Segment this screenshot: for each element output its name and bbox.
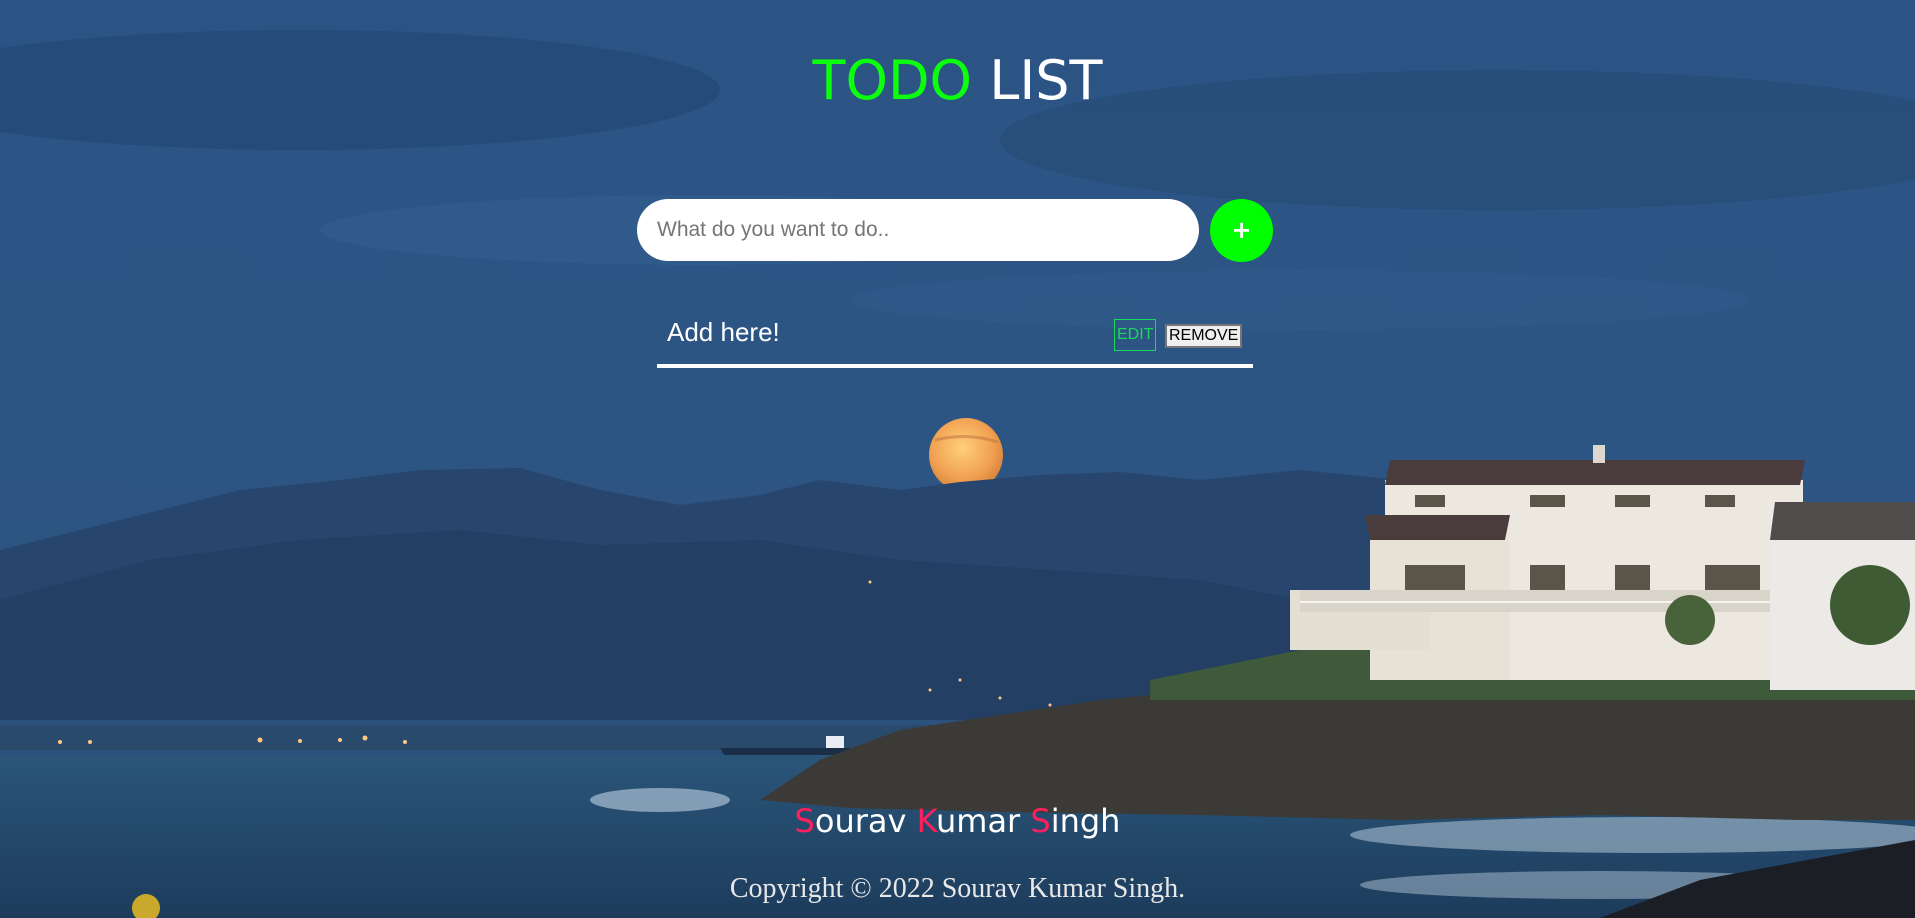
remove-button[interactable]: REMOVE <box>1165 324 1243 348</box>
edit-button[interactable]: EDIT <box>1114 319 1157 351</box>
add-todo-button[interactable]: + <box>1210 199 1273 262</box>
todo-input[interactable] <box>637 199 1199 261</box>
author-initial-last: S <box>1030 802 1051 840</box>
todo-item-text: Add here! <box>667 317 780 347</box>
title-accent-word: TODO <box>812 49 973 112</box>
page-title: TODO LIST <box>0 48 1915 114</box>
todo-item: Add here! EDIT REMOVE <box>657 305 1253 368</box>
title-plain-word: LIST <box>989 49 1103 112</box>
author-rest-last: ingh <box>1050 802 1121 840</box>
author-initial-first: S <box>794 802 815 840</box>
background-landscape-image <box>0 0 1915 918</box>
author-name: Sourav Kumar Singh <box>0 800 1915 842</box>
author-rest-first: ourav <box>814 802 907 840</box>
author-rest-middle: umar <box>935 802 1021 840</box>
copyright-text: Copyright © 2022 Sourav Kumar Singh. <box>729 873 1186 904</box>
add-todo-form: + <box>637 199 1273 263</box>
author-initial-middle: K <box>916 802 936 840</box>
todo-list: Add here! EDIT REMOVE <box>657 305 1253 368</box>
